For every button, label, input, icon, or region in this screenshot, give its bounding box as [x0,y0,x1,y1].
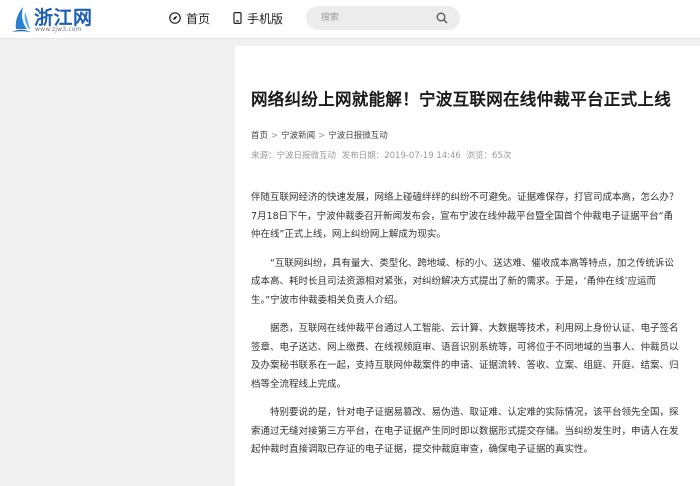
search-icon[interactable] [436,12,448,24]
breadcrumb-separator: > [271,131,279,141]
article-source: 来源：宁波日报微互动 [251,151,337,161]
article-paragraph: 伴随互联网经济的快速发展，网络上碰磕绊绊的纠纷不可避免。证据难保存，打官司成本高… [251,192,679,240]
sail-logo-icon [12,7,31,32]
article-meta: 来源：宁波日报微互动 发布日期：2019-07-19 14:46 浏览：65次 [251,149,514,161]
article-card: 网络纠纷上网就能解！宁波互联网在线仲裁平台正式上线 首页 > 宁波新闻 > 宁波日报微互… [235,46,700,486]
breadcrumb-home[interactable]: 首页 [251,131,268,141]
site-logo[interactable]: 浙江网 www.zjw3.com [10,3,92,35]
breadcrumb-ningbo-news[interactable]: 宁波新闻 [281,131,315,141]
breadcrumb-ningbo-daily[interactable]: 宁波日报微互动 [328,131,388,141]
logo-url: www.zjw3.com [35,26,82,33]
nav-home-label: 首页 [186,11,211,26]
search-box [306,6,460,30]
article-views: 浏览：65次 [466,151,512,161]
mobile-phone-icon [233,12,242,24]
nav-mobile[interactable]: 手机版 [233,9,283,27]
nav-home[interactable]: 首页 [169,9,210,27]
article-paragraph: “互联网纠纷，具有量大、类型化、跨地域、标的小、送达难、催收成本高等特点，加之传… [251,257,674,306]
search-input[interactable] [319,12,433,24]
top-header: 浙江网 www.zjw3.com 首页 手机版 [0,0,700,39]
breadcrumb: 首页 > 宁波新闻 > 宁波日报微互动 [251,129,388,141]
compass-icon [169,12,181,24]
article-title: 网络纠纷上网就能解！宁波互联网在线仲裁平台正式上线 [251,90,671,109]
article-date: 发布日期：2019-07-19 14:46 [341,151,461,161]
breadcrumb-separator: > [318,131,326,141]
article-body: 伴随互联网经济的快速发展，网络上碰磕绊绊的纠纷不可避免。证据难保存，打官司成本高… [251,189,679,470]
article-paragraph: 特别要说的是，针对电子证据易篡改、易伪造、取证难、认定难的实际情况，该平台领先全… [251,407,679,455]
article-paragraph: 据悉，互联网在线仲裁平台通过人工智能、云计算、大数据等技术，利用网上身份认证、电… [251,323,679,390]
nav-mobile-label: 手机版 [247,11,284,26]
